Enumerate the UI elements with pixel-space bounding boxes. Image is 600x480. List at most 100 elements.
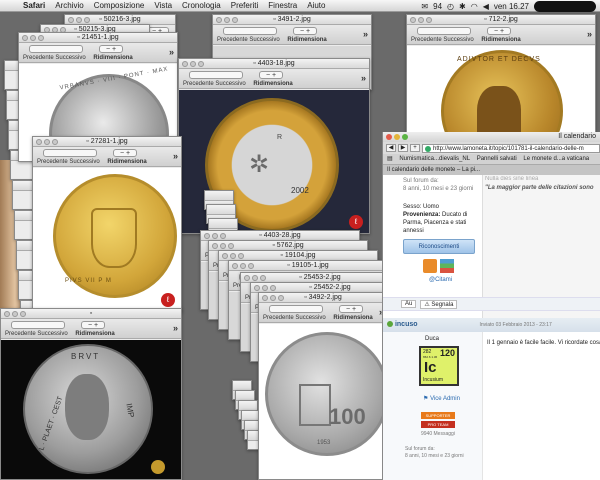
bookmark-3[interactable]: Le monete d...a vaticana <box>523 156 589 162</box>
overflow-chevron-icon[interactable]: » <box>361 73 366 83</box>
post-author[interactable]: incuso <box>395 321 418 328</box>
close-button[interactable] <box>386 134 392 140</box>
minimize-button[interactable] <box>270 295 276 301</box>
next-label[interactable]: Successivo <box>249 37 279 43</box>
bookmark-2[interactable]: Pannelli salvati <box>477 156 517 162</box>
prev-next-segment[interactable] <box>269 305 323 313</box>
window-titlebar[interactable]: ▫ 4403-18.jpg <box>179 59 369 69</box>
menu-finestra[interactable]: Finestra <box>263 1 302 10</box>
resize-label[interactable]: Ridimensiona <box>93 55 132 61</box>
volume-icon[interactable]: ◀ <box>483 2 489 11</box>
minimize-button[interactable] <box>418 17 424 23</box>
prev-next-segment[interactable] <box>43 149 97 157</box>
minimize-button[interactable] <box>220 243 226 249</box>
browser-titlebar[interactable]: Il calendario <box>383 132 600 142</box>
close-button[interactable] <box>212 243 218 249</box>
profile-action-button[interactable]: Au <box>401 300 417 308</box>
resize-label[interactable]: Ridimensiona <box>333 315 372 321</box>
next-label[interactable]: Successivo <box>215 81 245 87</box>
next-label[interactable]: Successivo <box>37 331 67 337</box>
overflow-chevron-icon[interactable]: » <box>169 47 174 57</box>
prev-next-segment[interactable] <box>29 45 83 53</box>
zoom-segment[interactable]: − + <box>99 45 123 53</box>
window-titlebar[interactable]: ▫ <box>1 309 181 319</box>
window-titlebar[interactable]: ▫ 712-2.jpg <box>407 15 595 25</box>
minimize-button[interactable] <box>76 17 82 23</box>
clock[interactable]: ven 16.27 <box>494 2 529 11</box>
close-button[interactable] <box>36 139 42 145</box>
back-button[interactable]: ◀ <box>386 144 396 152</box>
minimize-button[interactable] <box>252 275 258 281</box>
overflow-chevron-icon[interactable]: » <box>363 29 368 39</box>
zoom-button[interactable] <box>238 253 244 259</box>
preview-window[interactable]: ▫ 27281-1.jpg − + Precedente Successivo … <box>32 136 182 312</box>
close-button[interactable] <box>22 35 28 41</box>
preview-window[interactable]: ▫ 3492-2.jpg − + Precedente Successivo R… <box>258 292 388 480</box>
prev-label[interactable]: Precedente <box>263 315 294 321</box>
wifi-icon[interactable]: ◠ <box>471 2 478 11</box>
mail-icon[interactable]: ✉ <box>421 2 428 11</box>
minimize-button[interactable] <box>212 233 218 239</box>
sync-icon[interactable]: ◴ <box>447 2 454 11</box>
browser-tab[interactable]: Il calendario delle monete – La pi... <box>383 165 600 175</box>
prev-next-segment[interactable] <box>417 27 471 35</box>
bluetooth-icon[interactable]: ✱ <box>459 2 466 11</box>
prev-label[interactable]: Precedente <box>37 159 68 165</box>
zoom-segment[interactable]: − + <box>113 149 137 157</box>
bookmark-1[interactable]: Numismatica...dievalis_NL <box>399 156 470 162</box>
zoom-button[interactable] <box>248 263 254 269</box>
window-titlebar[interactable] <box>205 191 233 201</box>
close-button[interactable] <box>262 295 268 301</box>
prev-label[interactable]: Precedente <box>5 331 36 337</box>
resize-label[interactable]: Ridimensiona <box>253 81 292 87</box>
address-bar[interactable]: http://www.lamoneta.it/topic/101781-il-c… <box>422 143 600 153</box>
zoom-button[interactable] <box>198 61 204 67</box>
minimize-button[interactable] <box>224 17 230 23</box>
window-titlebar[interactable]: ▫ 19105-1.jpg <box>229 261 387 271</box>
minimize-button[interactable] <box>12 311 18 317</box>
menu-safari[interactable]: Safari <box>18 1 50 10</box>
close-button[interactable] <box>204 233 210 239</box>
minimize-button[interactable] <box>190 61 196 67</box>
window-titlebar[interactable] <box>209 219 237 229</box>
menu-archivio[interactable]: Archivio <box>50 1 88 10</box>
zoom-button[interactable] <box>20 311 26 317</box>
bookmarks-icon[interactable]: ▤ <box>387 156 393 162</box>
prev-next-segment[interactable] <box>223 27 277 35</box>
minimize-button[interactable] <box>240 263 246 269</box>
resize-label[interactable]: Ridimensiona <box>287 37 326 43</box>
close-button[interactable] <box>4 311 10 317</box>
zoom-segment[interactable]: − + <box>487 27 511 35</box>
window-titlebar[interactable]: ▫ 3491-2.jpg <box>213 15 371 25</box>
zoom-button[interactable] <box>232 17 238 23</box>
zoom-button[interactable] <box>260 275 266 281</box>
prev-label[interactable]: Precedente <box>411 37 442 43</box>
zoom-button[interactable] <box>270 285 276 291</box>
close-button[interactable] <box>410 17 416 23</box>
close-button[interactable] <box>222 253 228 259</box>
next-label[interactable]: Successivo <box>55 55 85 61</box>
zoom-segment[interactable]: − + <box>259 71 283 79</box>
prev-next-segment[interactable] <box>189 71 243 79</box>
zoom-button[interactable] <box>426 17 432 23</box>
minimize-button[interactable] <box>44 139 50 145</box>
menu-vista[interactable]: Vista <box>149 1 177 10</box>
menu-preferiti[interactable]: Preferiti <box>226 1 264 10</box>
close-button[interactable] <box>232 263 238 269</box>
menu-aiuto[interactable]: Aiuto <box>302 1 330 10</box>
awards-button[interactable]: Riconoscimenti <box>403 239 475 254</box>
menu-cronologia[interactable]: Cronologia <box>177 1 226 10</box>
zoom-button[interactable] <box>402 134 408 140</box>
prev-label[interactable]: Precedente <box>23 55 54 61</box>
overflow-chevron-icon[interactable]: » <box>173 151 178 161</box>
resize-label[interactable]: Ridimensiona <box>107 159 146 165</box>
overflow-chevron-icon[interactable]: » <box>173 323 178 333</box>
window-titlebar[interactable]: ▫ 27281-1.jpg <box>33 137 181 147</box>
zoom-segment[interactable]: − + <box>339 305 363 313</box>
window-titlebar[interactable]: ▫ 21451-1.jpg <box>19 33 177 43</box>
preview-window[interactable]: ▫ 712-2.jpg − + Precedente Successivo Ri… <box>406 14 596 144</box>
zoom-button[interactable] <box>52 139 58 145</box>
next-label[interactable]: Successivo <box>295 315 325 321</box>
zoom-button[interactable] <box>38 35 44 41</box>
close-button[interactable] <box>216 17 222 23</box>
